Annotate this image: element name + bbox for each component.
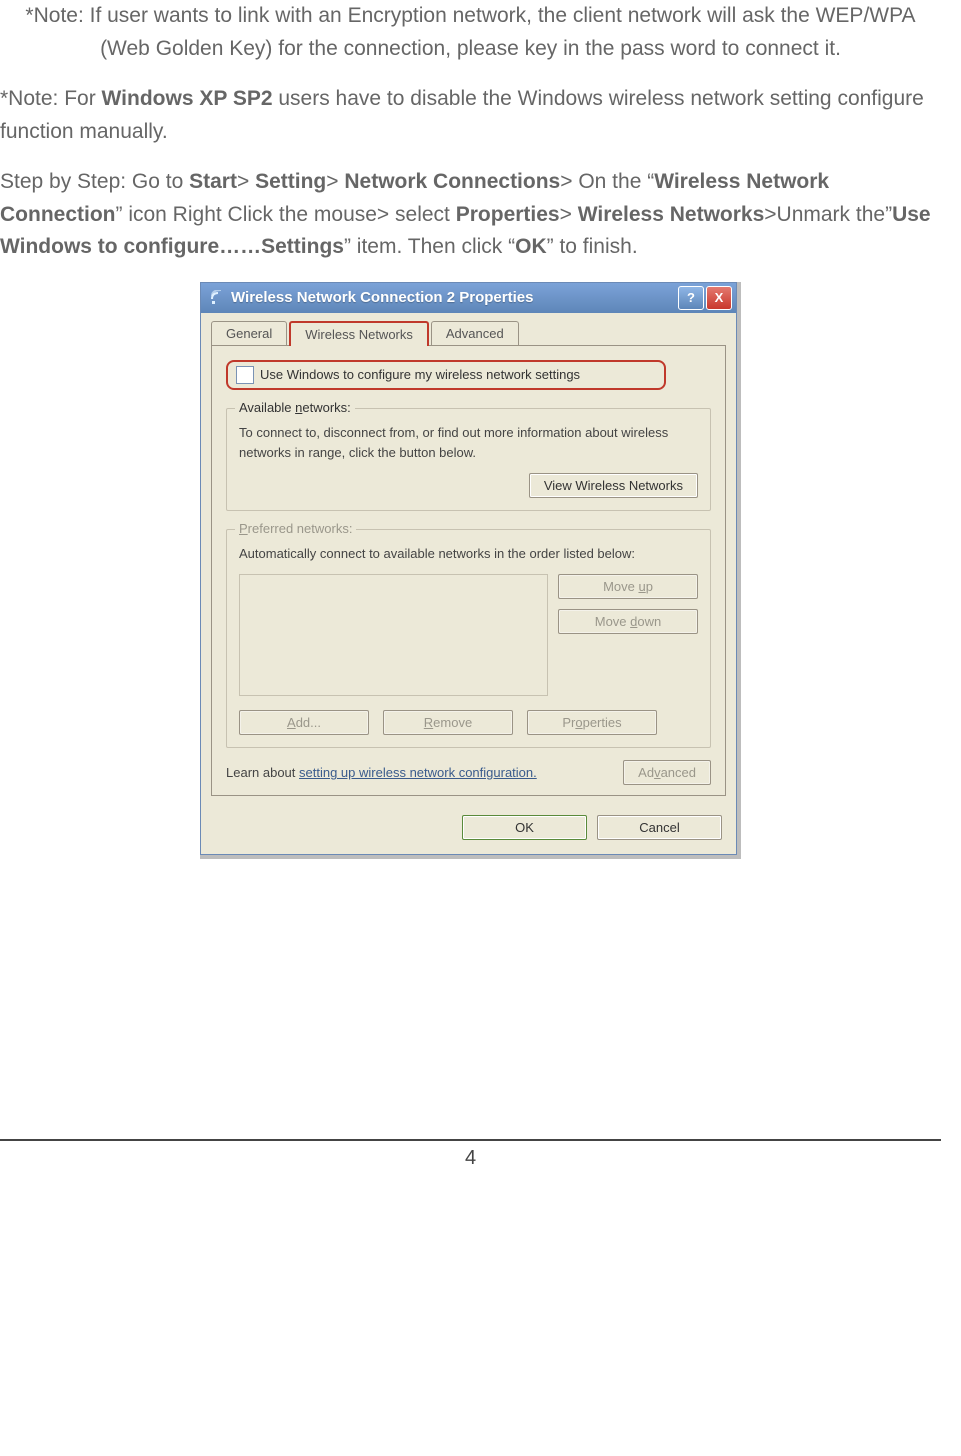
view-wireless-networks-button[interactable]: View Wireless Networks xyxy=(529,473,698,498)
note-xp-sp2: *Note: For Windows XP SP2 users have to … xyxy=(0,83,941,148)
step-by-step: Step by Step: Go to Start> Setting> Netw… xyxy=(0,166,941,264)
available-networks-title: Available networks: xyxy=(235,400,355,415)
preferred-networks-group: Preferred networks: Automatically connec… xyxy=(226,529,711,748)
page-number: 4 xyxy=(0,1139,941,1170)
use-windows-config-checkbox-row[interactable]: Use Windows to configure my wireless net… xyxy=(226,360,666,390)
move-up-button[interactable]: Move up xyxy=(558,574,698,599)
available-networks-group: Available networks: To connect to, disco… xyxy=(226,408,711,511)
properties-button[interactable]: Properties xyxy=(527,710,657,735)
properties-dialog: Wireless Network Connection 2 Properties… xyxy=(200,282,737,855)
move-down-button[interactable]: Move down xyxy=(558,609,698,634)
note-encryption: *Note: If user wants to link with an Enc… xyxy=(0,0,941,65)
tab-wireless-networks[interactable]: Wireless Networks xyxy=(289,321,429,346)
preferred-networks-listbox[interactable] xyxy=(239,574,548,696)
tab-general[interactable]: General xyxy=(211,321,287,346)
ok-button[interactable]: OK xyxy=(462,815,587,840)
tab-strip: General Wireless Networks Advanced xyxy=(201,313,736,346)
learn-link[interactable]: setting up wireless network configuratio… xyxy=(299,765,537,780)
note2-os: Windows XP SP2 xyxy=(102,87,273,110)
close-button[interactable]: X xyxy=(706,286,732,310)
dialog-title: Wireless Network Connection 2 Properties xyxy=(231,289,676,306)
advanced-button[interactable]: Advanced xyxy=(623,760,711,785)
learn-about-text: Learn about setting up wireless network … xyxy=(226,765,537,780)
tab-panel: Use Windows to configure my wireless net… xyxy=(211,345,726,796)
help-button[interactable]: ? xyxy=(678,286,704,310)
available-networks-text: To connect to, disconnect from, or find … xyxy=(239,423,698,463)
checkbox-icon[interactable] xyxy=(236,366,254,384)
dialog-footer: OK Cancel xyxy=(201,805,736,854)
note2-prefix: *Note: For xyxy=(0,87,102,110)
tab-advanced[interactable]: Advanced xyxy=(431,321,519,346)
add-button[interactable]: Add... xyxy=(239,710,369,735)
cancel-button[interactable]: Cancel xyxy=(597,815,722,840)
dialog-titlebar[interactable]: Wireless Network Connection 2 Properties… xyxy=(201,283,736,313)
preferred-networks-text: Automatically connect to available netwo… xyxy=(239,544,698,564)
preferred-networks-title: Preferred networks: xyxy=(235,521,356,536)
checkbox-label: Use Windows to configure my wireless net… xyxy=(260,367,580,382)
wireless-icon xyxy=(209,290,225,306)
remove-button[interactable]: Remove xyxy=(383,710,513,735)
